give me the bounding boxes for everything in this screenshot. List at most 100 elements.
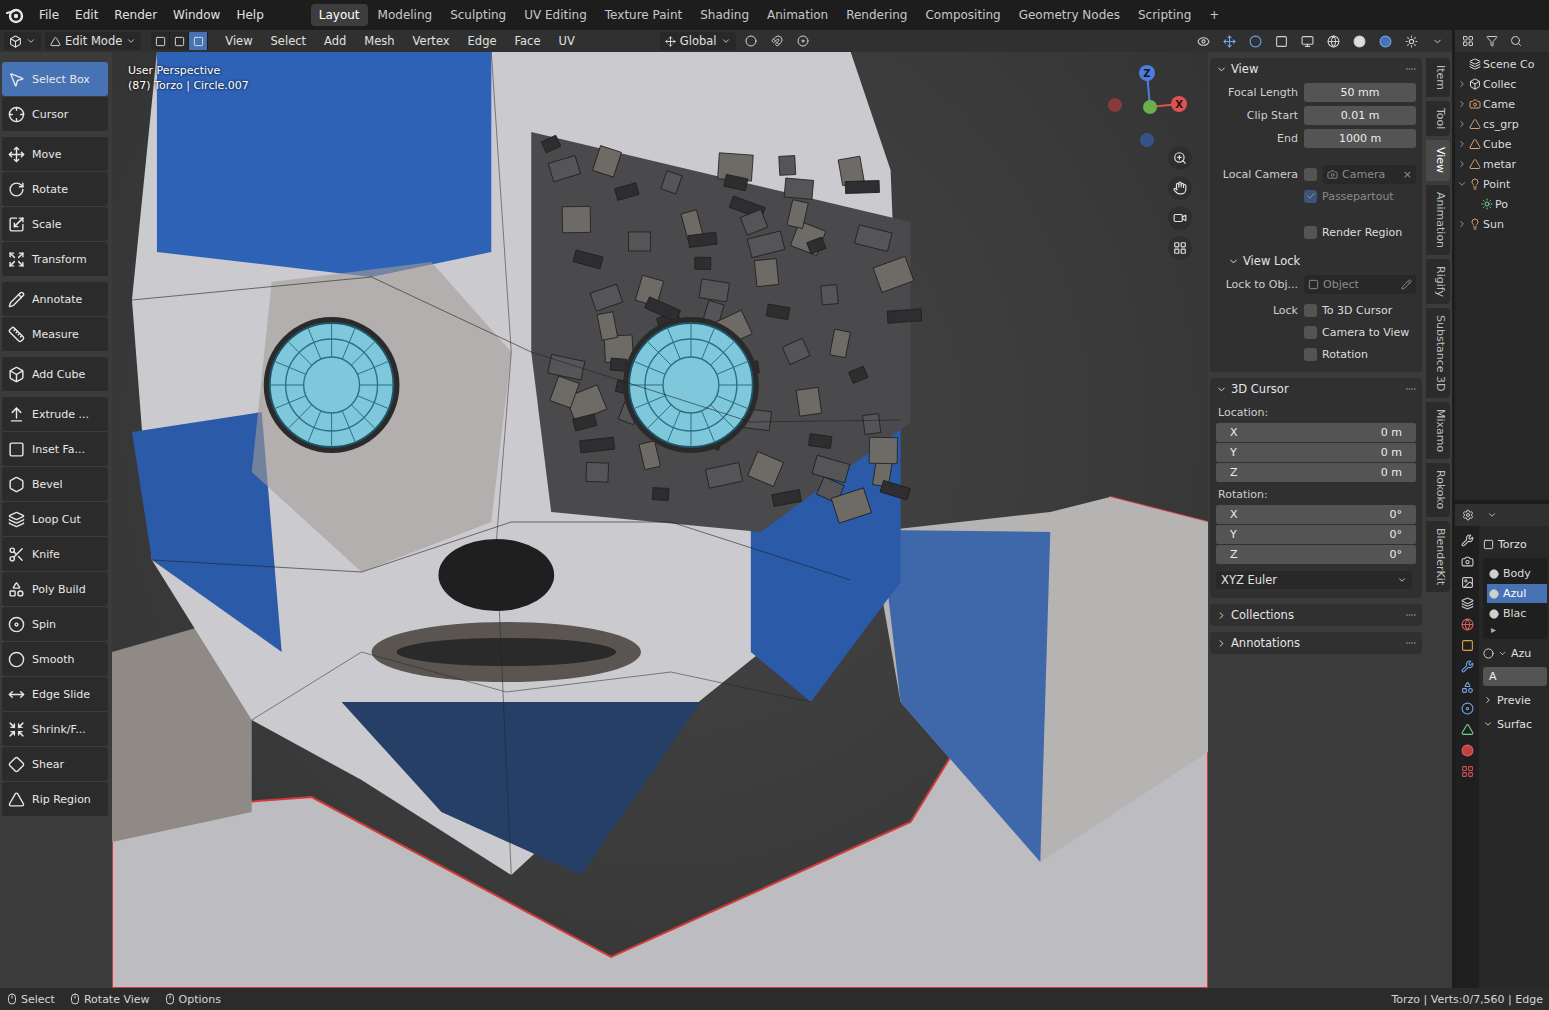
select-mode-button[interactable]: [170, 32, 189, 50]
pivot-icon[interactable]: [740, 32, 762, 50]
workspace-tab[interactable]: Shading: [692, 4, 757, 26]
tool-button[interactable]: Annotate: [2, 282, 108, 316]
tool-button[interactable]: Extrude ...: [2, 397, 108, 431]
gizmo-icon[interactable]: [1218, 32, 1240, 50]
material-action-button[interactable]: A: [1483, 667, 1547, 686]
collapsed-arrow-icon[interactable]: [1457, 159, 1467, 169]
workspace-tab[interactable]: Sculpting: [442, 4, 514, 26]
workspace-tab[interactable]: Compositing: [917, 4, 1008, 26]
grip-icon[interactable]: [1406, 386, 1416, 392]
tool-button[interactable]: Move: [2, 137, 108, 171]
y-axis-icon[interactable]: [1143, 100, 1157, 114]
list-resize-handle[interactable]: ▸: [1487, 624, 1547, 635]
mesh-render[interactable]: [112, 52, 1208, 988]
navigation-gizmo[interactable]: XZ: [1102, 60, 1202, 160]
sidebar-tab[interactable]: Item: [1426, 58, 1450, 97]
grip-icon[interactable]: [1406, 612, 1416, 618]
outliner-row[interactable]: Point: [1455, 174, 1549, 194]
outliner-row[interactable]: Sun: [1455, 214, 1549, 234]
grip-icon[interactable]: [1406, 66, 1416, 72]
outliner-scene-row[interactable]: Scene Co: [1455, 54, 1549, 74]
checkbox[interactable]: [1304, 226, 1317, 239]
outliner-row[interactable]: cs_grp: [1455, 114, 1549, 134]
number-field[interactable]: 50 mm: [1304, 83, 1416, 102]
workspace-tab[interactable]: Scripting: [1130, 4, 1199, 26]
subpanel-header[interactable]: View Lock: [1210, 250, 1422, 272]
material-slot[interactable]: Blac: [1487, 604, 1547, 623]
visibility-icon[interactable]: [1192, 32, 1214, 50]
workspace-tab[interactable]: UV Editing: [516, 4, 595, 26]
checkbox[interactable]: [1304, 326, 1317, 339]
menu-item[interactable]: Edit: [68, 5, 105, 25]
number-field[interactable]: 0.01 m: [1304, 106, 1416, 125]
material-tab-icon[interactable]: [1461, 744, 1474, 757]
material-slot[interactable]: Azul: [1487, 584, 1547, 603]
header-menu[interactable]: Add: [317, 32, 353, 50]
tool-button[interactable]: Rip Region: [2, 782, 108, 816]
header-menu[interactable]: Edge: [461, 32, 504, 50]
header-menu[interactable]: View: [218, 32, 259, 50]
number-field[interactable]: 1000 m: [1304, 129, 1416, 148]
neg-x-icon[interactable]: [1108, 98, 1122, 112]
sidebar-tab[interactable]: Rokoko: [1426, 463, 1450, 516]
header-menu[interactable]: Face: [508, 32, 548, 50]
select-mode-button[interactable]: [189, 32, 208, 50]
x-axis-icon[interactable]: [1171, 96, 1187, 112]
menu-item[interactable]: Help: [229, 5, 270, 25]
tool-button[interactable]: Edge Slide: [2, 677, 108, 711]
axis-field[interactable]: Z0°: [1216, 545, 1416, 564]
properties-section[interactable]: Previe: [1483, 690, 1547, 710]
overlay-icon[interactable]: [1244, 32, 1266, 50]
tool-button[interactable]: Poly Build: [2, 572, 108, 606]
workspace-tab[interactable]: Rendering: [838, 4, 915, 26]
view-layer-tab-icon[interactable]: [1461, 597, 1474, 610]
axis-field[interactable]: Z0 m: [1216, 463, 1416, 482]
physics-tab-icon[interactable]: [1461, 702, 1474, 715]
tool-button[interactable]: Smooth: [2, 642, 108, 676]
checkbox[interactable]: [1304, 304, 1317, 317]
modifier-tab-icon[interactable]: [1461, 660, 1474, 673]
workspace-tab[interactable]: Geometry Nodes: [1011, 4, 1128, 26]
tool-button[interactable]: Rotate: [2, 172, 108, 206]
tool-button[interactable]: Spin: [2, 607, 108, 641]
search-icon[interactable]: [1505, 32, 1527, 50]
menu-item[interactable]: File: [32, 5, 66, 25]
editor-type-icon[interactable]: [1457, 506, 1479, 524]
collapsed-arrow-icon[interactable]: [1457, 99, 1467, 109]
output-tab-icon[interactable]: [1461, 576, 1474, 589]
properties-section[interactable]: Surfac: [1483, 714, 1547, 734]
header-menu[interactable]: Select: [264, 32, 313, 50]
mode-dropdown[interactable]: Edit Mode: [45, 32, 141, 50]
axis-field[interactable]: Y0 m: [1216, 443, 1416, 462]
solid-shading-icon[interactable]: [1348, 32, 1370, 50]
panel-header[interactable]: Annotations: [1210, 632, 1422, 654]
workspace-tab[interactable]: Animation: [759, 4, 836, 26]
collapsed-arrow-icon[interactable]: [1457, 219, 1467, 229]
panel-header[interactable]: 3D Cursor: [1210, 378, 1422, 400]
render-shading-icon[interactable]: [1400, 32, 1422, 50]
axis-field[interactable]: X0 m: [1216, 423, 1416, 442]
sidebar-tab[interactable]: Substance 3D: [1426, 308, 1450, 398]
axis-field[interactable]: X0°: [1216, 505, 1416, 524]
rotation-mode-dropdown[interactable]: XYZ Euler: [1216, 571, 1412, 589]
tool-button[interactable]: Select Box: [2, 62, 108, 96]
outliner-row[interactable]: Collec: [1455, 74, 1549, 94]
render-tab-icon[interactable]: [1461, 555, 1474, 568]
workspace-tab[interactable]: Modeling: [370, 4, 441, 26]
outliner-row[interactable]: Po: [1455, 194, 1549, 214]
world-tab-icon[interactable]: [1461, 618, 1474, 631]
texture-tab-icon[interactable]: [1461, 765, 1474, 778]
sidebar-tab[interactable]: Mixamo: [1426, 402, 1450, 459]
dropdown-icon[interactable]: [1481, 506, 1503, 524]
header-menu[interactable]: UV: [552, 32, 582, 50]
tool-button[interactable]: Bevel: [2, 467, 108, 501]
workspace-tab[interactable]: Texture Paint: [597, 4, 690, 26]
tool-button[interactable]: Loop Cut: [2, 502, 108, 536]
material-slot[interactable]: Body: [1487, 564, 1547, 583]
z-axis-icon[interactable]: [1139, 65, 1155, 81]
checkbox[interactable]: [1304, 190, 1317, 203]
object-field[interactable]: Object: [1304, 275, 1416, 294]
outliner-row[interactable]: Came: [1455, 94, 1549, 114]
axis-field[interactable]: Y0°: [1216, 525, 1416, 544]
filter-icon[interactable]: [1481, 32, 1503, 50]
